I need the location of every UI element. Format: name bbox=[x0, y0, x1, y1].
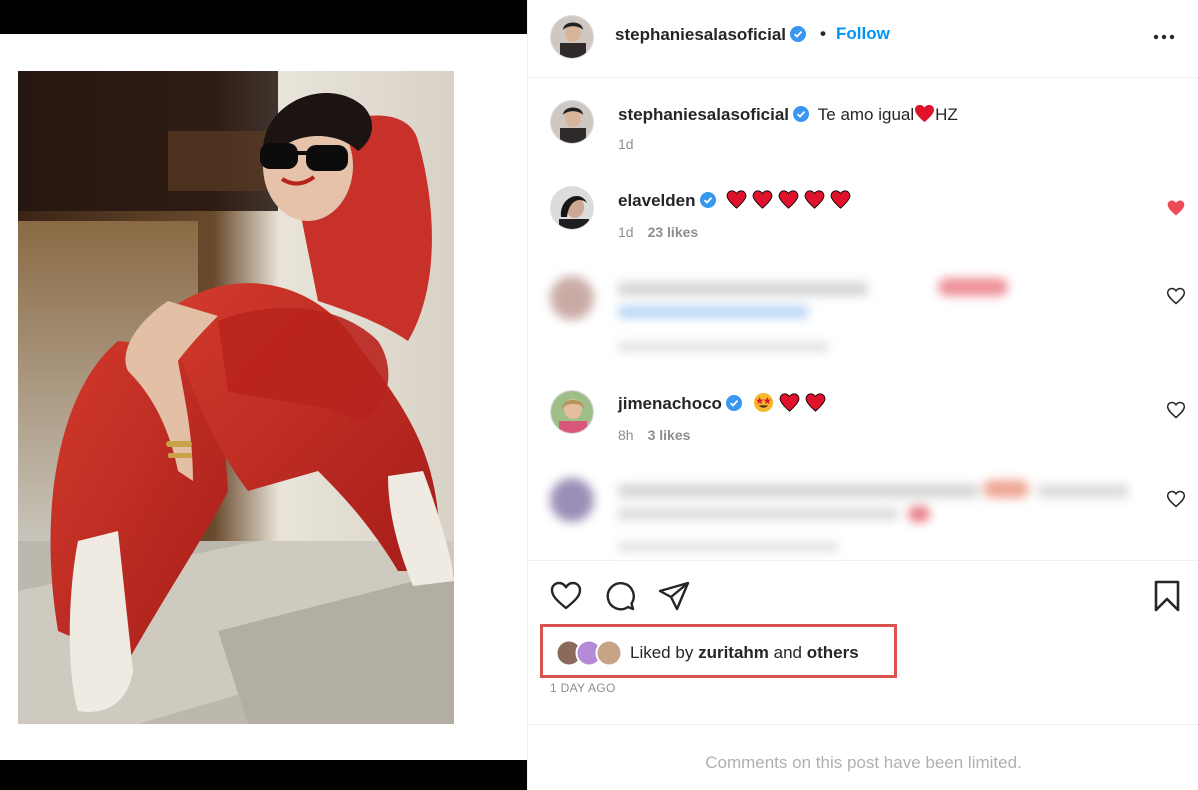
comment-line: jimenachoco bbox=[618, 392, 831, 414]
heart-icon[interactable] bbox=[549, 579, 583, 613]
post-timestamp: 1 DAY AGO bbox=[550, 681, 616, 695]
post-header: stephaniesalasoficial • Follow bbox=[528, 0, 1198, 78]
liked-by-user[interactable]: zuritahm bbox=[698, 643, 769, 662]
comment-likes-count[interactable]: 23 likes bbox=[648, 224, 699, 240]
liked-by-others[interactable]: others bbox=[807, 643, 859, 662]
separator-dot: • bbox=[820, 24, 826, 43]
author-avatar[interactable] bbox=[550, 15, 594, 59]
caption-text: Te amo igual bbox=[817, 105, 915, 124]
post-actions: Liked by zuritahm and others 1 DAY AGO C… bbox=[528, 560, 1198, 790]
commenter-avatar[interactable] bbox=[550, 186, 594, 230]
follow-button[interactable]: Follow bbox=[836, 24, 890, 44]
star-struck-emoji-icon bbox=[753, 392, 773, 413]
red-heart-emoji-icon bbox=[805, 393, 826, 412]
comment-heart-icon[interactable] bbox=[1166, 286, 1186, 306]
letterbox-top bbox=[0, 0, 527, 34]
blurred-comment bbox=[528, 470, 1198, 558]
red-heart-emoji-icon bbox=[752, 190, 773, 209]
caption-text-end: HZ bbox=[935, 105, 958, 124]
comment-username[interactable]: elavelden bbox=[618, 191, 696, 210]
author-username[interactable]: stephaniesalasoficial bbox=[615, 25, 807, 45]
verified-badge-icon bbox=[790, 26, 807, 42]
comments-limited-notice: Comments on this post have been limited. bbox=[528, 724, 1198, 790]
verified-badge-icon bbox=[699, 192, 716, 208]
liked-by-conj: and bbox=[773, 643, 803, 662]
comment-line: elavelden bbox=[618, 190, 856, 211]
post-sidebar: stephaniesalasoficial • Follow stephanie… bbox=[527, 0, 1198, 790]
red-heart-emoji-icon bbox=[804, 190, 825, 209]
liked-by-text: Liked by zuritahm and others bbox=[630, 643, 859, 663]
blurred-comment bbox=[528, 266, 1198, 366]
comment-heart-icon[interactable] bbox=[1166, 489, 1186, 509]
comment-item: elavelden 1d 23 likes bbox=[528, 186, 1198, 256]
comment-username[interactable]: jimenachoco bbox=[618, 394, 722, 413]
caption-line: stephaniesalasoficial Te amo igual HZ bbox=[618, 104, 958, 125]
post-media-panel bbox=[0, 0, 527, 790]
liked-by-prefix: Liked by bbox=[630, 643, 694, 662]
bookmark-icon[interactable] bbox=[1150, 579, 1184, 613]
caption: stephaniesalasoficial Te amo igual HZ 1d bbox=[528, 100, 1198, 170]
red-heart-emoji-icon bbox=[778, 190, 799, 209]
share-icon[interactable] bbox=[657, 579, 691, 613]
caption-avatar[interactable] bbox=[550, 100, 594, 144]
commenter-avatar[interactable] bbox=[550, 390, 594, 434]
caption-time: 1d bbox=[618, 136, 634, 152]
comment-time: 8h bbox=[618, 427, 634, 443]
verified-badge-icon bbox=[793, 106, 810, 122]
author-username-text[interactable]: stephaniesalasoficial bbox=[615, 25, 786, 44]
red-heart-emoji-icon bbox=[915, 104, 935, 123]
red-heart-emoji-icon bbox=[779, 393, 800, 412]
post-photo[interactable] bbox=[18, 71, 454, 724]
comment-time: 1d bbox=[618, 224, 634, 240]
comment-meta: 1d 23 likes bbox=[618, 224, 698, 240]
more-options-icon[interactable] bbox=[1151, 24, 1177, 50]
letterbox-bottom bbox=[0, 760, 527, 790]
verified-badge-icon bbox=[725, 395, 742, 411]
caption-username[interactable]: stephaniesalasoficial bbox=[618, 105, 789, 124]
comment-likes-count[interactable]: 3 likes bbox=[648, 427, 691, 443]
liked-by-avatars[interactable] bbox=[555, 639, 627, 667]
liked-by-highlight: Liked by zuritahm and others bbox=[540, 624, 897, 678]
red-heart-emoji-icon bbox=[726, 190, 747, 209]
comment-meta: 8h 3 likes bbox=[618, 427, 690, 443]
comment-heart-icon[interactable] bbox=[1166, 400, 1186, 420]
comment-item: jimenachoco 8h 3 likes bbox=[528, 390, 1198, 460]
red-heart-emoji-icon bbox=[830, 190, 851, 209]
comment-icon[interactable] bbox=[603, 579, 637, 613]
comment-heart-icon[interactable] bbox=[1166, 198, 1186, 218]
